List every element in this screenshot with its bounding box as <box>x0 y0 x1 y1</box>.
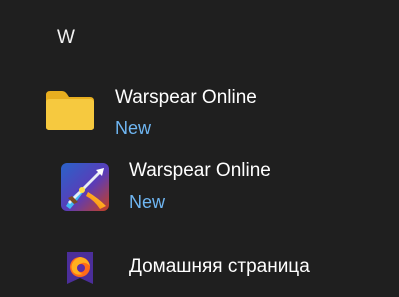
new-badge: New <box>115 118 152 138</box>
warspear-app-icon <box>61 163 109 211</box>
start-menu-all-apps-list: W Warspear Online New Warspear Online Ne… <box>0 0 399 297</box>
firefox-icon <box>67 252 93 284</box>
folder-icon <box>46 91 94 130</box>
new-badge: New <box>129 192 166 212</box>
item-title: Домашняя страница <box>129 256 310 277</box>
item-title: Warspear Online <box>115 87 257 108</box>
item-title: Warspear Online <box>129 160 271 181</box>
section-header-w[interactable]: W <box>57 27 75 49</box>
app-list-item-warspear-online[interactable]: Warspear Online New <box>34 150 384 230</box>
app-list-item-warspear-folder[interactable]: Warspear Online New <box>34 78 384 148</box>
app-list-item-home-page[interactable]: Домашняя страница <box>34 240 384 292</box>
